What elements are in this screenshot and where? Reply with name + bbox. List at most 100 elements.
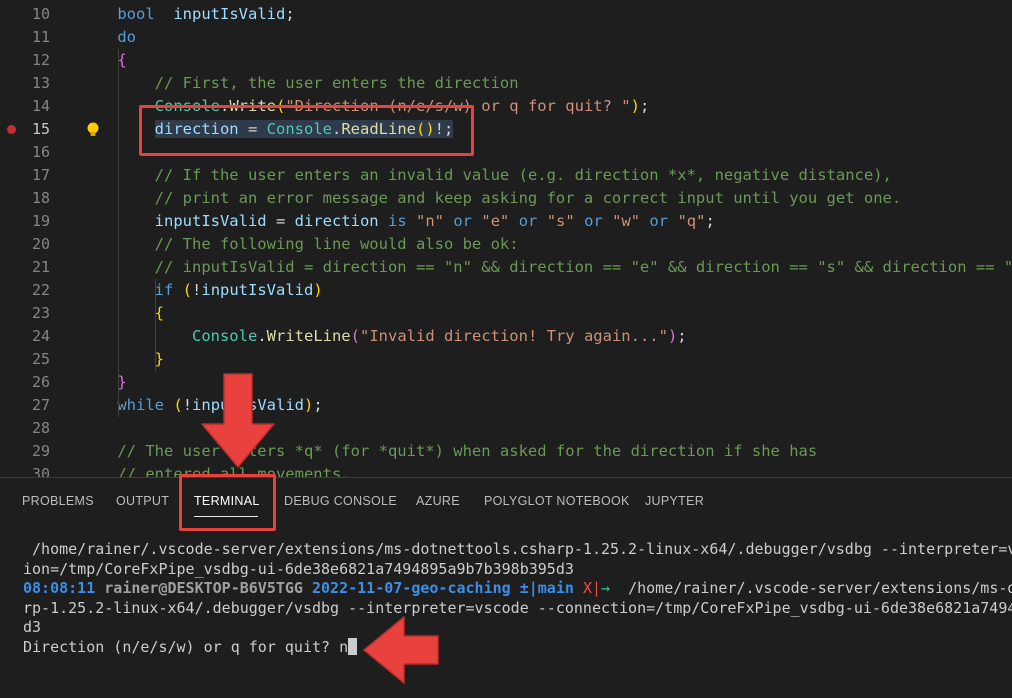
code-line[interactable]: 17 // If the user enters an invalid valu… — [0, 164, 1012, 187]
code-token: // print an error message and keep askin… — [154, 189, 902, 207]
code-token: "e" — [481, 212, 510, 230]
breakpoint-icon[interactable] — [7, 125, 16, 134]
code-line[interactable]: 29 // The user enters *q* (for *quit*) w… — [0, 440, 1012, 463]
prompt-user: rainer@DESKTOP-B6V5TGG — [104, 579, 303, 597]
code-token: or — [584, 212, 603, 230]
code-line[interactable]: 22 if (!inputIsValid) — [0, 279, 1012, 302]
highlight-box-terminal-tab — [179, 474, 276, 531]
terminal-output[interactable]: /home/rainer/.vscode-server/extensions/m… — [23, 540, 1012, 657]
line-number: 28 — [31, 419, 50, 437]
code-line[interactable]: 10 bool inputIsValid; — [0, 3, 1012, 26]
line-number: 21 — [31, 258, 50, 276]
line-number: 26 — [31, 373, 50, 391]
code-token: ) — [667, 327, 678, 345]
line-number: 19 — [31, 212, 50, 230]
terminal-line: d3 — [23, 618, 42, 636]
code-line[interactable]: 30 // entered all movements. — [0, 463, 1012, 477]
prompt-time: 08:08:11 — [23, 579, 96, 597]
code-token: "q" — [677, 212, 706, 230]
panel-tabs: PROBLEMS OUTPUT TERMINAL DEBUG CONSOLE AZURE… — [0, 478, 1012, 524]
code-token: WriteLine — [266, 327, 351, 345]
prompt-git-branch: ±|main — [519, 579, 574, 597]
code-token: Console — [191, 327, 258, 345]
code-token: // The following line would also be ok: — [154, 235, 519, 253]
code-token: "w" — [612, 212, 641, 230]
prompt-arrow-icon: → — [601, 579, 611, 597]
code-token: if — [154, 281, 174, 299]
tab-jupyter[interactable]: JUPYTER — [645, 494, 704, 508]
terminal-line: rp-1.25.2-linux-x64/.debugger/vsdbg --in… — [23, 598, 1012, 617]
code-line[interactable]: 18 // print an error message and keep as… — [0, 187, 1012, 210]
code-text: // The following line would also be ok: — [80, 233, 519, 256]
line-number: 16 — [31, 143, 50, 161]
code-text: do — [80, 26, 136, 49]
code-line[interactable]: 27 while (!inputIsValid); — [0, 394, 1012, 417]
code-line[interactable]: 11 do — [0, 26, 1012, 49]
code-token: inputIsValid — [173, 5, 286, 23]
code-text: inputIsValid = direction is "n" or "e" o… — [80, 210, 715, 233]
tab-problems[interactable]: PROBLEMS — [22, 494, 94, 508]
code-token: inputIsValid — [154, 212, 267, 230]
line-number: 10 — [31, 5, 50, 23]
code-token: { — [154, 304, 164, 322]
code-token: . — [257, 327, 267, 345]
tab-azure[interactable]: AZURE — [416, 494, 460, 508]
code-token: direction — [294, 212, 379, 230]
code-line[interactable]: 12 { — [0, 49, 1012, 72]
code-text: { — [80, 49, 126, 72]
code-token: or — [649, 212, 669, 230]
code-token: ; — [313, 396, 323, 414]
code-token: // First, the user enters the direction — [154, 74, 519, 92]
code-line[interactable]: 28 — [0, 417, 1012, 440]
code-token: // inputIsValid = direction == "n" && di… — [154, 258, 1012, 276]
terminal-cursor — [348, 637, 358, 655]
code-text: // First, the user enters the direction — [80, 72, 519, 95]
code-line[interactable]: 20 // The following line would also be o… — [0, 233, 1012, 256]
left-arrow-annotation — [363, 616, 439, 684]
code-text: bool inputIsValid; — [80, 3, 294, 26]
code-token: ! — [192, 281, 202, 299]
code-text: // print an error message and keep askin… — [80, 187, 902, 210]
code-editor[interactable]: 10 bool inputIsValid; 11 do 12 {13 // Firs… — [0, 0, 1012, 477]
code-line[interactable]: 19 inputIsValid = direction is "n" or "e… — [0, 210, 1012, 233]
code-line[interactable]: 26 } — [0, 371, 1012, 394]
code-text: Console.WriteLine("Invalid direction! Tr… — [80, 325, 687, 348]
tab-debug-console[interactable]: DEBUG CONSOLE — [284, 494, 397, 508]
code-line[interactable]: 25 } — [0, 348, 1012, 371]
code-line[interactable]: 24 Console.WriteLine("Invalid direction!… — [0, 325, 1012, 348]
line-number: 23 — [31, 304, 50, 322]
code-text: if (!inputIsValid) — [80, 279, 323, 302]
code-token: ; — [639, 97, 650, 115]
terminal-typed-input[interactable]: n — [339, 638, 348, 656]
code-line[interactable]: 13 // First, the user enters the directi… — [0, 72, 1012, 95]
code-token: ; — [677, 327, 687, 345]
code-token: } — [154, 350, 164, 368]
code-token: or — [453, 212, 473, 230]
indent-guide — [118, 49, 119, 417]
code-token: is — [387, 212, 407, 230]
code-line[interactable]: 23 { — [0, 302, 1012, 325]
code-text: } — [80, 371, 126, 394]
line-number: 13 — [31, 74, 50, 92]
terminal-line: ion=/tmp/CoreFxPipe_vsdbg-ui-6de38e6821a… — [23, 559, 574, 578]
line-number: 14 — [31, 97, 50, 115]
line-number: 18 — [31, 189, 50, 207]
tab-output[interactable]: OUTPUT — [116, 494, 169, 508]
terminal-input-line[interactable]: Direction (n/e/s/w) or q for quit? n — [23, 637, 1012, 658]
code-token: ) — [313, 281, 323, 299]
code-text: { — [80, 302, 164, 325]
line-number: 24 — [31, 327, 50, 345]
code-token: do — [117, 28, 136, 46]
tab-polyglot-notebook[interactable]: POLYGLOT NOTEBOOK — [484, 494, 630, 508]
code-token: // If the user enters an invalid value (… — [154, 166, 892, 184]
code-token: ( — [173, 396, 183, 414]
line-number: 17 — [31, 166, 50, 184]
code-text: // The user enters *q* (for *quit*) when… — [80, 440, 817, 463]
code-line[interactable]: 21 // inputIsValid = direction == "n" &&… — [0, 256, 1012, 279]
